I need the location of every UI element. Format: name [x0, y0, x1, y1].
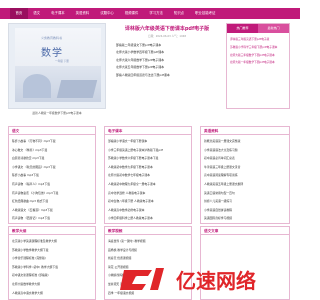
- watermark-logo: 亿速网络: [120, 268, 256, 293]
- list-item[interactable]: 小学四年级科学上册人教版电子课本: [108, 214, 188, 223]
- list-item[interactable]: 高中化学选修 人教版电子课本: [108, 189, 188, 198]
- cover-illustration-shape: [23, 74, 51, 98]
- box-syllabus: 教学大纲 北京版小学英语课程标准及教学大纲 苏教版小学数学教学大纲下载 小学音乐…: [8, 226, 96, 300]
- list-item[interactable]: 人教版高中数学必修电子课本: [108, 206, 188, 215]
- side-list: 译林版三年级英语下册pdf电子版 苏教版小学科学三年级下册pdf电子课本 北师大…: [227, 33, 289, 67]
- list-item[interactable]: 小学英语语法大全及练习题: [204, 146, 286, 155]
- list-item[interactable]: 译林版三年级英语下册pdf电子版: [230, 36, 286, 44]
- list-item[interactable]: 海底世界 (第一课时) 教学视频: [108, 237, 188, 246]
- box-title[interactable]: 教学视频: [105, 227, 191, 235]
- list-item[interactable]: 英语国际音标学习视频: [204, 214, 286, 223]
- list-item[interactable]: 有声读物童话 《小狗包弟》mp3下载: [12, 189, 92, 198]
- hero-article-meta: 日期：2024-06-03 人气：1048: [147, 35, 187, 38]
- main-nav: 首页 语文 电子课本 英语资料 试题中心 视频课件 学习方法 知识点 职业技能考…: [0, 8, 300, 19]
- list-item[interactable]: 人教版英语五年级上册课文翻译: [204, 180, 286, 189]
- box-title[interactable]: 教学大纲: [9, 227, 95, 235]
- list-item[interactable]: 北师大版六年级数学下册pdf电子课本: [112, 57, 222, 64]
- list-item[interactable]: 牛津英语三年级上册课文录音: [204, 163, 286, 172]
- featured-book-cover[interactable]: 义务教育教科书 数学 一年级 下册: [8, 23, 106, 109]
- list-item[interactable]: 英语口语常用句型一百句: [204, 189, 286, 198]
- nav-videos[interactable]: 视频课件: [119, 8, 144, 19]
- list-item[interactable]: 有声读物 《稻草人》mp3下载: [12, 180, 92, 189]
- book-subtitle: 一年级 下册: [55, 60, 69, 63]
- list-item[interactable]: 苏教版小学数学六年级下册电子课本下载: [108, 154, 188, 163]
- nav-vocational[interactable]: 职业技能考证: [190, 8, 221, 19]
- box-title[interactable]: 电子课本: [105, 127, 191, 135]
- list-item[interactable]: 红色经典歌曲 mp3 格式下载: [12, 197, 92, 206]
- list-item[interactable]: 白居易诗歌欣赏 mp3下载: [12, 154, 92, 163]
- box-list: 新概念英语第一册课文完整版 小学英语语法大全及练习题 初中英语必背单词汇总表 牛…: [201, 135, 289, 223]
- hero-article: 译林版六年级英语下册课本pdf电子版 日期：2024-06-03 人气：1048…: [112, 23, 222, 115]
- list-item[interactable]: 部编版小学语文一年级下册课本: [108, 137, 188, 146]
- box-title[interactable]: 语文文章: [201, 227, 289, 235]
- list-item[interactable]: 陈忻小故事 《万物不同》mp3下载: [12, 137, 92, 146]
- box-list: 部编版小学语文一年级下册课本 小学三年级英语上册电子课本沪教版下载pdf 苏教版…: [105, 135, 191, 223]
- nav-chinese[interactable]: 语文: [28, 8, 46, 19]
- top-bar: [0, 0, 300, 8]
- list-item[interactable]: 北师大版小学数学四年级下册pdf课本: [112, 49, 222, 56]
- list-item[interactable]: 冰心散文 《繁星》mp3下载: [12, 146, 92, 155]
- list-item[interactable]: 初中英语必背单词汇总表: [204, 154, 286, 163]
- list-item[interactable]: 剑桥少儿英语一级练习: [204, 197, 286, 206]
- box-ebooks: 电子课本 部编版小学语文一年级下册课本 小学三年级英语上册电子课本沪教版下载pd…: [104, 126, 192, 224]
- list-item[interactable]: 北师大版初中数学七年级电子课本: [108, 171, 188, 180]
- nav-knowledge[interactable]: 知识点: [168, 8, 189, 19]
- list-item[interactable]: 苏教版小学数学教学大纲下载: [12, 246, 92, 255]
- list-item[interactable]: 人教版高中语文教学大纲: [12, 289, 92, 298]
- nav-methods[interactable]: 学习方法: [144, 8, 169, 19]
- tab-latest[interactable]: 最新热门: [258, 24, 289, 33]
- hero-section: 义务教育教科书 数学 一年级 下册 最新人教版一年级数学下册pdf电子课本 译林…: [8, 23, 290, 115]
- side-panel: 热门推荐 最新热门 译林版三年级英语下册pdf电子版 苏教版小学科学三年级下册p…: [226, 23, 290, 109]
- box-title[interactable]: 英语资料: [201, 127, 289, 135]
- list-item[interactable]: 初中生物八年级下册 人教版电子课本: [108, 197, 188, 206]
- list-item[interactable]: 画杨桃 教学设计与视频: [108, 246, 188, 255]
- hero-article-list: 部编版二年级语文下册pdf电子课本 北师大版小学数学四年级下册pdf课本 北师大…: [112, 42, 222, 79]
- list-item[interactable]: 小学三年级英语上册电子课本沪教版下载pdf: [108, 146, 188, 155]
- list-item[interactable]: 高中英语阅读理解专项训练: [204, 171, 286, 180]
- box-chinese: 语文 陈忻小故事 《万物不同》mp3下载 冰心散文 《繁星》mp3下载 白居易诗…: [8, 126, 96, 224]
- list-item[interactable]: 苏教版小学科学 (初中) 教学大纲下载: [12, 263, 92, 272]
- nav-tests[interactable]: 试题中心: [95, 8, 120, 19]
- list-item[interactable]: 部编版二年级语文下册pdf电子课本: [112, 42, 222, 49]
- box-list: 陈忻小故事 《万物不同》mp3下载 冰心散文 《繁星》mp3下载 白居易诗歌欣赏…: [9, 135, 95, 223]
- list-item[interactable]: 陈忻小故事 mp3下载: [12, 171, 92, 180]
- list-item[interactable]: 小学语文 《秋天的图画》mp3下载: [12, 163, 92, 172]
- list-item[interactable]: 小学音乐课程标准 (完整版): [12, 254, 92, 263]
- hero-article-title[interactable]: 译林版六年级英语下册课本pdf电子版: [112, 25, 222, 32]
- book-publisher: 义务教育教科书: [41, 36, 63, 40]
- book-title: 数学: [41, 48, 63, 59]
- box-list: 北京版小学英语课程标准及教学大纲 苏教版小学数学教学大纲下载 小学音乐课程标准 …: [9, 235, 95, 297]
- list-item[interactable]: 小学英语自然拼读教程: [204, 206, 286, 215]
- box-title[interactable]: 语文: [9, 127, 95, 135]
- list-item[interactable]: 苏教版小学科学三年级下册pdf电子课本: [230, 44, 286, 52]
- logo-mark: [120, 270, 152, 290]
- watermark-text: 亿速网络: [176, 269, 256, 293]
- list-item[interactable]: 人教版初中物理九年级全一册电子课本: [108, 180, 188, 189]
- list-item[interactable]: 人教版语文 《五粮液》mp3下载: [12, 206, 92, 215]
- list-item[interactable]: 北师大版数学教学大纲: [12, 280, 92, 289]
- tab-hot[interactable]: 热门推荐: [227, 24, 258, 33]
- list-item[interactable]: 初中语文新课程标准 (部编版): [12, 271, 92, 280]
- list-item[interactable]: 人教版初中数学九年级下册电子课本: [108, 163, 188, 172]
- list-item[interactable]: 有声读物 《西游记》mp3下载: [12, 214, 92, 223]
- list-item[interactable]: 北京版小学英语课程标准及教学大纲: [12, 237, 92, 246]
- list-item[interactable]: 部编人教版四年级道德与法治下册pdf课本: [112, 72, 222, 79]
- list-item[interactable]: 北师大版三年级数学下册pdf电子课本: [230, 52, 286, 60]
- cover-illustration-shape: [56, 80, 98, 98]
- logo-mark: [150, 268, 164, 290]
- featured-caption[interactable]: 最新人教版一年级数学下册pdf电子课本: [8, 111, 106, 115]
- list-item[interactable]: 北师大版一年级数学下册pdf电子课本: [230, 59, 286, 67]
- list-item[interactable]: 北师大版五年级数学下册pdf电子课本: [112, 64, 222, 71]
- side-tabs: 热门推荐 最新热门: [227, 24, 289, 33]
- box-english: 英语资料 新概念英语第一册课文完整版 小学英语语法大全及练习题 初中英语必背单词…: [200, 126, 290, 224]
- list-item[interactable]: 新概念英语第一册课文完整版: [204, 137, 286, 146]
- book-cover-image: 义务教育教科书 数学 一年级 下册: [15, 28, 101, 102]
- nav-ebooks[interactable]: 电子课本: [46, 8, 71, 19]
- nav-home[interactable]: 首页: [10, 8, 28, 19]
- nav-english[interactable]: 英语资料: [70, 8, 95, 19]
